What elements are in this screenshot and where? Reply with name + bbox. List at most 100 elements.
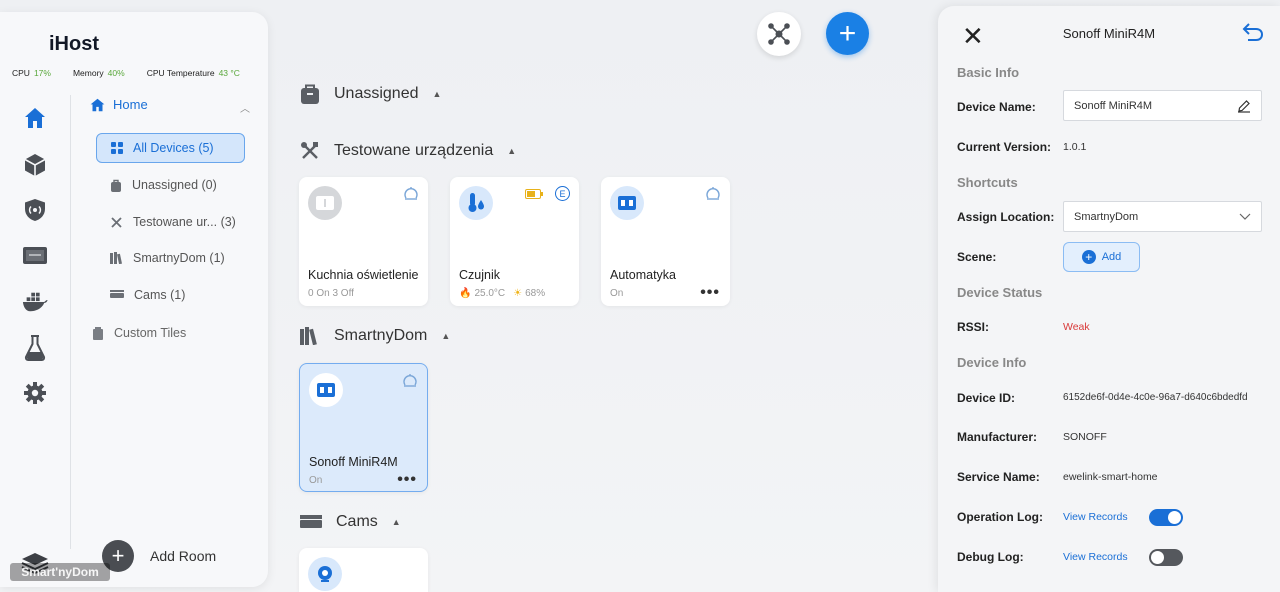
app-title: iHost	[49, 33, 99, 55]
home-icon[interactable]	[22, 105, 48, 131]
device-name: Czujnik	[459, 268, 500, 282]
more-options-icon[interactable]: •••	[700, 285, 720, 301]
tiles-icon	[93, 326, 103, 340]
docker-icon[interactable]	[22, 289, 48, 315]
add-scene-button[interactable]: + Add	[1063, 242, 1140, 272]
bag-icon	[111, 179, 121, 192]
device-card-sonoff[interactable]: Sonoff MiniR4M On •••	[299, 363, 428, 492]
gear-icon[interactable]	[22, 380, 48, 406]
switch-icon	[610, 186, 644, 220]
section-basic-info: Basic Info	[957, 65, 1020, 80]
chevron-up-icon[interactable]: ︿	[240, 100, 250, 115]
debug-log-label: Debug Log:	[957, 550, 1024, 564]
sun-icon: ☀	[513, 288, 523, 299]
cube-icon[interactable]	[22, 152, 48, 178]
group-smartnydom[interactable]: SmartnyDom ▲	[300, 327, 450, 345]
tree-home-label: Home	[113, 97, 148, 112]
collapse-arrow-icon[interactable]: ▲	[392, 517, 401, 527]
zigbee-icon	[403, 374, 417, 387]
section-shortcuts: Shortcuts	[957, 175, 1018, 190]
collapse-arrow-icon[interactable]: ▲	[433, 89, 442, 99]
chevron-down-icon	[1239, 213, 1251, 220]
operation-log-label: Operation Log:	[957, 510, 1043, 524]
tree-item-smartnydom[interactable]: SmartnyDom (1)	[96, 243, 245, 273]
collapse-arrow-icon[interactable]: ▲	[441, 331, 450, 341]
debug-log-toggle[interactable]	[1149, 549, 1183, 566]
custom-tiles-item[interactable]: Custom Tiles	[92, 326, 186, 340]
device-card-automatyka[interactable]: Automatyka On •••	[601, 177, 730, 306]
group-title: Unassigned	[334, 85, 419, 102]
left-panel: iHost CPU 17% Memory 40% CPU Temperature 43…	[0, 12, 268, 587]
manufacturer-value: SONOFF	[1063, 431, 1107, 443]
undo-icon[interactable]	[1242, 22, 1264, 42]
device-name-label: Device Name:	[957, 100, 1036, 114]
device-name: Sonoff MiniR4M	[309, 455, 398, 469]
tree-item-label: Unassigned (0)	[132, 178, 217, 192]
collapse-arrow-icon[interactable]: ▲	[507, 146, 516, 156]
tree-item-all-devices[interactable]: All Devices (5)	[96, 133, 245, 163]
monitor-icon[interactable]	[22, 243, 48, 269]
grid-icon	[111, 142, 123, 154]
operation-log-view-records[interactable]: View Records	[1063, 511, 1128, 523]
tools-icon	[301, 142, 318, 159]
shield-icon[interactable]	[22, 197, 48, 223]
device-status: On	[610, 288, 624, 299]
tree-item-cams[interactable]: Cams (1)	[96, 280, 245, 310]
tree-item-unassigned[interactable]: Unassigned (0)	[96, 170, 245, 200]
battery-icon	[525, 188, 543, 199]
system-stats: CPU 17% Memory 40% CPU Temperature 43 °C	[12, 68, 240, 78]
bag-icon	[301, 84, 319, 104]
group-testowane[interactable]: Testowane urządzenia ▲	[300, 141, 516, 161]
topology-button[interactable]	[757, 12, 801, 56]
custom-tiles-label: Custom Tiles	[114, 326, 187, 340]
device-card-kuchnia[interactable]: Kuchnia oświetlenie 0 On 3 Off	[299, 177, 428, 306]
current-version-value: 1.0.1	[1063, 141, 1087, 153]
humidity-reading: ☀ 68%	[513, 288, 546, 299]
device-card-camera[interactable]	[299, 548, 428, 592]
zigbee-icon	[706, 187, 720, 200]
camera-icon	[308, 557, 342, 591]
cpu-stat: CPU 17%	[12, 68, 51, 78]
service-name-label: Service Name:	[957, 470, 1040, 484]
plus-icon: +	[838, 16, 857, 50]
device-name-field[interactable]: Sonoff MiniR4M	[1063, 90, 1262, 121]
plus-icon: +	[1081, 250, 1096, 264]
switch-icon	[309, 373, 343, 407]
device-readings: 🔥 25.0°C ☀ 68%	[459, 288, 545, 299]
device-card-czujnik[interactable]: E Czujnik 🔥 25.0°C ☀ 68%	[450, 177, 579, 306]
network-icon	[768, 23, 790, 45]
add-room-label: Add Room	[150, 548, 217, 564]
thermometer-icon	[459, 186, 493, 220]
assign-location-select[interactable]: SmartnyDom	[1063, 201, 1262, 232]
device-id-value: 6152de6f-0d4e-4c0e-96a7-d640c6bdedfd	[1063, 392, 1248, 403]
flask-icon[interactable]	[22, 335, 48, 361]
zigbee-icon	[404, 187, 418, 200]
rail-divider	[70, 95, 71, 549]
tree-item-label: All Devices (5)	[133, 141, 214, 155]
edit-icon[interactable]	[1237, 99, 1251, 113]
operation-log-toggle[interactable]	[1149, 509, 1183, 526]
tree-item-testowane[interactable]: Testowane ur... (3)	[96, 207, 245, 237]
tools-icon	[111, 216, 122, 228]
debug-log-view-records[interactable]: View Records	[1063, 551, 1128, 563]
group-title: Cams	[336, 513, 378, 530]
tree-home[interactable]: Home	[90, 97, 148, 112]
group-cams[interactable]: Cams ▲	[300, 513, 401, 531]
tree-item-label: SmartnyDom (1)	[133, 251, 225, 265]
service-name-value: ewelink-smart-home	[1063, 471, 1158, 483]
temperature-reading: 🔥 25.0°C	[459, 288, 506, 299]
section-device-status: Device Status	[957, 285, 1043, 300]
more-options-icon[interactable]: •••	[397, 472, 417, 488]
group-unassigned[interactable]: Unassigned ▲	[300, 84, 441, 104]
add-device-button[interactable]: +	[826, 12, 869, 55]
current-version-label: Current Version:	[957, 140, 1052, 154]
manufacturer-label: Manufacturer:	[957, 430, 1038, 444]
group-title: SmartnyDom	[334, 327, 428, 344]
section-device-info: Device Info	[957, 355, 1027, 370]
watermark: Smart'nyDom	[10, 563, 110, 581]
memory-stat: Memory 40%	[72, 68, 125, 78]
add-room[interactable]: + Add Room	[102, 540, 216, 572]
device-detail-panel: ✕ Sonoff MiniR4M Basic Info Device Name:…	[938, 6, 1280, 592]
books-icon	[300, 327, 317, 345]
panel-title: Sonoff MiniR4M	[1062, 26, 1156, 41]
